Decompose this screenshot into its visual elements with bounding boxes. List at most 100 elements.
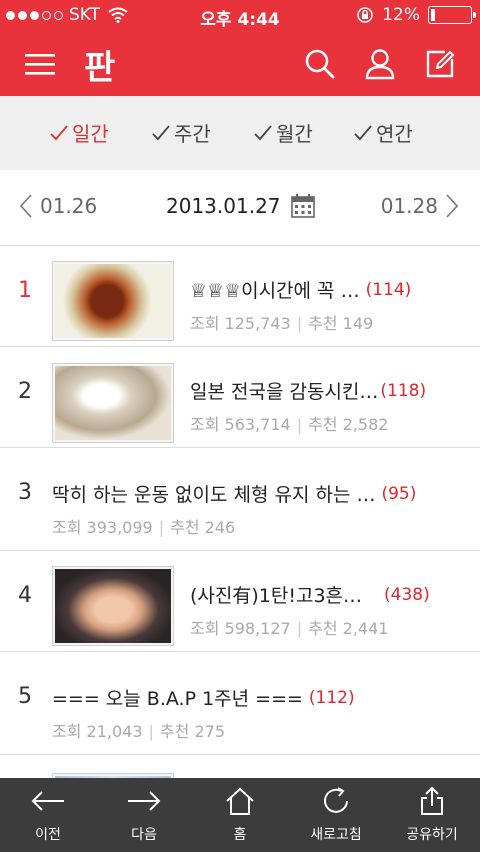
item-title-row: ♕♕♕이시간에 꼭 … (114) [190,276,466,303]
tab-label: 연간 [376,122,413,146]
rank-number: 3 [18,480,32,505]
views-label: 조회 [52,722,82,741]
top-bar: SKT 오후 4:44 12% 판 [0,0,480,96]
check-icon [152,124,170,140]
home-label: 홈 [233,827,247,843]
recommend-count: 246 [204,518,236,537]
app-screen: SKT 오후 4:44 12% 판 일간 주간 월간 연간 01.26 2013… [0,0,480,852]
user-icon[interactable] [360,32,400,96]
refresh-button[interactable]: 새로고침 [288,778,384,852]
check-icon [50,124,68,140]
list-item[interactable]: 4 (사진有)1탄!고3흔녀 … (438) 조회 598,127 | 추천 2,4… [0,551,480,652]
tab-weekly[interactable]: 주간 [152,118,211,147]
battery-icon [428,6,476,24]
views-count: 21,043 [86,722,143,741]
battery-percent: 12% [382,5,420,25]
prev-date-label: 01.26 [40,194,98,218]
thumbnail [52,261,174,341]
thumbnail [52,566,174,646]
comment-count: (118) [380,380,427,401]
bottom-toolbar: 이전 다음 홈 새로고침 공유하기 [0,778,480,852]
recommend-label: 추천 [159,722,190,741]
check-icon [254,124,272,140]
current-date[interactable]: 2013.01.27 [166,194,315,218]
comment-count: (114) [365,279,412,300]
recommend-label: 추천 [308,314,338,333]
rank-number: 1 [18,278,32,303]
views-label: 조회 [52,518,82,537]
ranking-list: 1 ♕♕♕이시간에 꼭 … (114) 조회 125,743 | 추천 149 2 … [0,246,480,813]
back-button[interactable]: 이전 [0,778,96,852]
item-meta: 조회 598,127 | 추천 2,441 [190,619,389,638]
date-navigator: 01.26 2013.01.27 01.28 [0,170,480,246]
views-count: 563,714 [224,415,291,434]
tab-yearly[interactable]: 연간 [354,118,413,147]
chevron-left-icon [20,194,32,218]
arrow-left-icon [31,791,64,811]
views-label: 조회 [190,619,220,638]
next-date-label: 01.28 [380,194,438,218]
status-bar: SKT 오후 4:44 12% [0,0,480,32]
item-title-row: === 오늘 B.A.P 1주년 === (112) [52,684,466,711]
rank-number: 5 [18,684,32,709]
item-title-row: 딱히 하는 운동 없이도 체형 유지 하는 … (95) [52,480,466,507]
chevron-right-icon [446,194,458,218]
period-tabs: 일간 주간 월간 연간 [0,96,480,170]
refresh-icon [324,787,348,813]
list-item[interactable]: 2 일본 전국을 감동시킨… (118) 조회 563,714 | 추천 2,582 [0,347,480,448]
recommend-count: 275 [194,722,226,741]
item-meta: 조회 393,099 | 추천 246 [52,518,236,537]
item-meta: 조회 563,714 | 추천 2,582 [190,415,389,434]
rotation-lock-icon [357,7,374,23]
check-icon [354,124,372,140]
rank-number: 2 [18,379,32,404]
thumbnail [52,363,174,443]
recommend-count: 2,441 [342,619,389,638]
arrow-right-icon [128,791,161,811]
tab-monthly[interactable]: 월간 [254,118,313,147]
home-button[interactable]: 홈 [192,778,288,852]
recommend-count: 2,582 [342,415,389,434]
share-icon [421,786,443,815]
comment-count: (95) [381,483,417,504]
back-label: 이전 [35,827,61,843]
views-count: 125,743 [224,314,291,333]
list-item[interactable]: 1 ♕♕♕이시간에 꼭 … (114) 조회 125,743 | 추천 149 [0,246,480,347]
item-title: === 오늘 B.A.P 1주년 === [52,688,303,710]
home-icon [226,787,254,815]
item-title: (사진有)1탄!고3흔녀 … [190,585,376,607]
list-item[interactable]: 5 === 오늘 B.A.P 1주년 === (112) 조회 21,043 | 추… [0,652,480,755]
tab-label: 주간 [174,122,211,146]
app-logo[interactable]: 판 [84,40,115,89]
comment-count: (438) [384,584,430,605]
views-label: 조회 [190,314,220,333]
next-date-button[interactable]: 01.28 [381,194,458,218]
calendar-icon [290,194,315,218]
item-title: 딱히 하는 운동 없이도 체형 유지 하는 … [52,484,376,506]
views-label: 조회 [190,415,220,434]
views-count: 598,127 [224,619,291,638]
recommend-count: 149 [342,314,374,333]
share-button[interactable]: 공유하기 [384,778,480,852]
current-date-label: 2013.01.27 [166,194,281,218]
tab-label: 일간 [72,122,109,146]
menu-icon[interactable] [20,32,60,96]
rank-number: 4 [18,583,32,608]
recommend-label: 추천 [308,415,338,434]
compose-icon[interactable] [420,32,460,96]
forward-button[interactable]: 다음 [96,778,192,852]
item-title-row: 일본 전국을 감동시킨… (118) [190,377,466,404]
tab-label: 월간 [276,122,313,146]
tab-daily[interactable]: 일간 [50,118,109,147]
search-icon[interactable] [300,32,340,96]
item-title: 일본 전국을 감동시킨… [190,381,379,403]
app-header: 판 [0,32,480,96]
prev-date-button[interactable]: 01.26 [20,194,97,218]
recommend-label: 추천 [170,518,200,537]
recommend-label: 추천 [308,619,338,638]
comment-count: (112) [308,687,355,708]
forward-label: 다음 [131,827,157,843]
item-title: ♕♕♕이시간에 꼭 … [190,280,360,302]
refresh-label: 새로고침 [310,827,362,843]
list-item[interactable]: 3 딱히 하는 운동 없이도 체형 유지 하는 … (95) 조회 393,09… [0,448,480,551]
